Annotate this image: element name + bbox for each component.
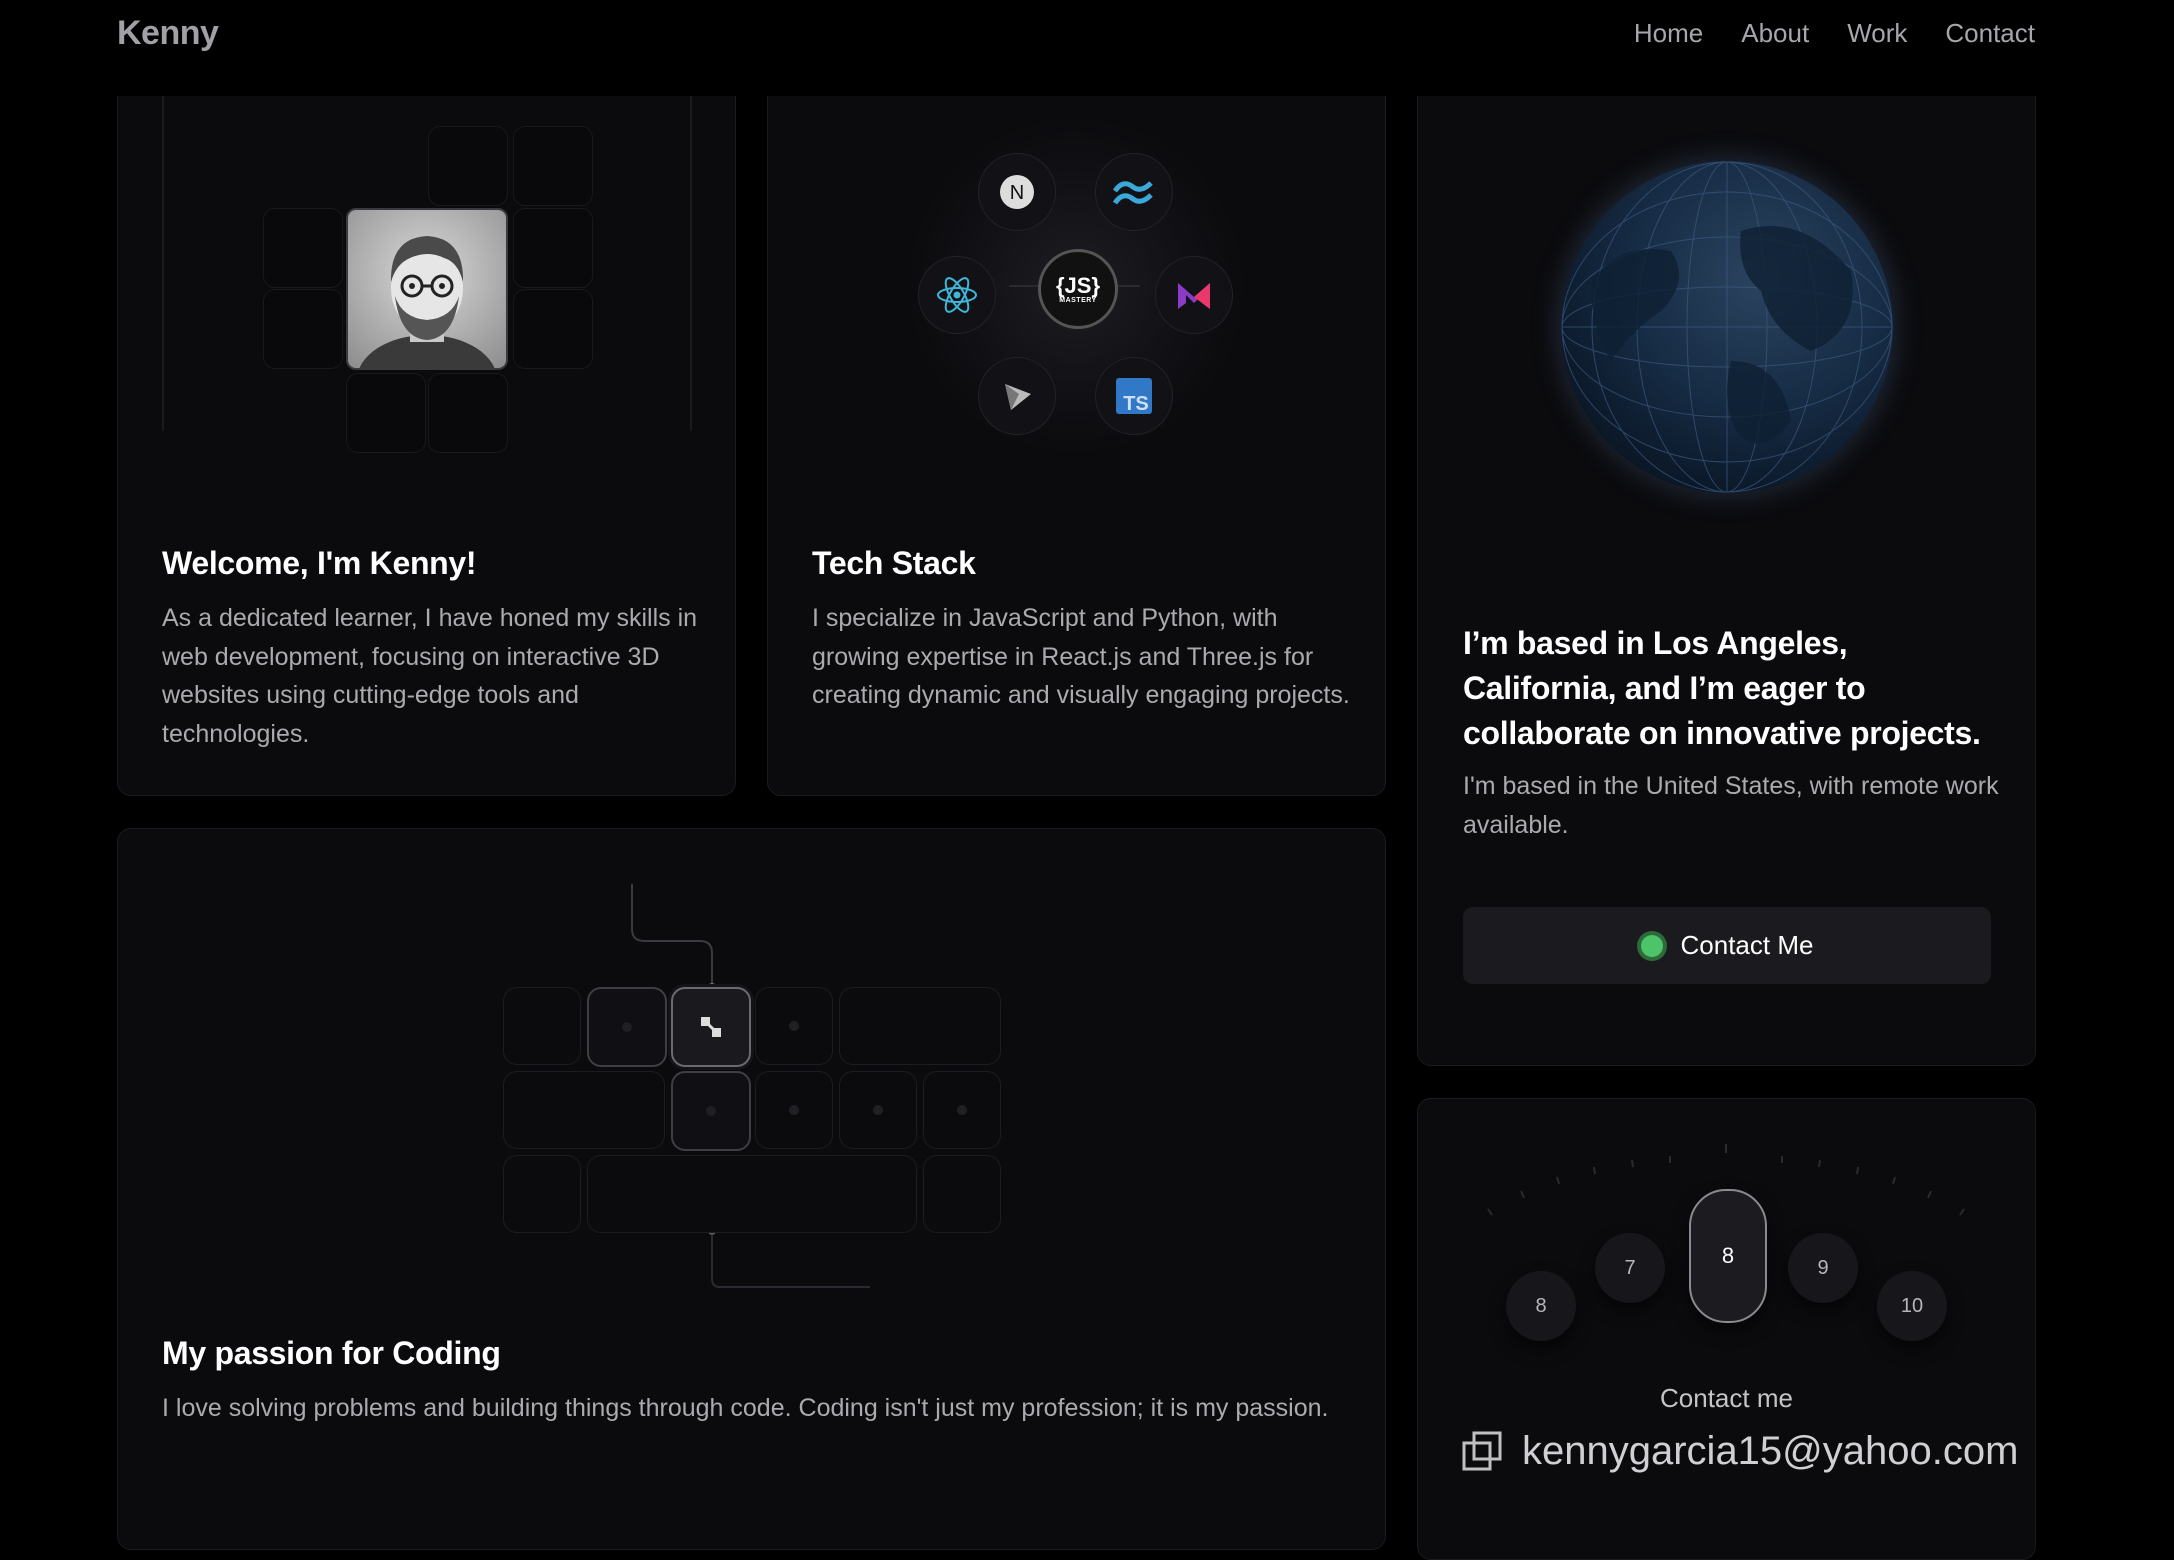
keyboard-key [755,987,833,1065]
copy-email-row[interactable]: kennygarcia15@yahoo.com [1462,1429,2018,1474]
nav-links: Home About Work Contact [1634,18,2035,49]
react-icon [918,256,996,334]
contact-me-label: Contact Me [1680,930,1814,960]
code-icon [701,1017,721,1037]
copy-icon[interactable] [1462,1431,1504,1473]
typescript-icon: TS [1095,357,1173,435]
vite-icon [978,357,1056,435]
email-text: kennygarcia15@yahoo.com [1522,1429,2019,1473]
svg-text:TS: TS [1123,393,1149,415]
contact-card: 8 7 8 9 10 Contact me kennygarcia15@yaho… [1417,1098,2036,1560]
keyboard-spacebar [587,1155,917,1233]
keyboard-key [503,987,581,1065]
grid-tile [428,126,508,206]
nav-link-contact[interactable]: Contact [1945,18,2035,49]
keyboard-key-active [671,987,751,1067]
tailwind-icon [1095,153,1173,231]
grid-tile [513,126,593,206]
keyboard-key-wide [839,987,1001,1065]
grid-tile [513,289,593,369]
keyboard-key [923,1155,1001,1233]
welcome-description: As a dedicated learner, I have honed my … [162,604,698,748]
jsmastery-label: {JS} [1055,272,1101,298]
welcome-title: Welcome, I'm Kenny! [162,545,477,581]
keyboard-key-wide [503,1071,665,1149]
svg-text:N: N [1010,182,1024,204]
dial-option[interactable]: 8 [1506,1271,1576,1341]
jsmastery-sub: MASTERY [1059,296,1097,304]
keyboard-key [755,1071,833,1149]
keyboard-key [503,1155,581,1233]
jsmastery-icon: {JS} MASTERY [1038,249,1118,329]
dial-option-selected[interactable]: 8 [1689,1189,1767,1323]
keyboard-key [671,1071,751,1151]
nav-link-about[interactable]: About [1741,18,1809,49]
location-card: I’m based in Los Angeles, California, an… [1417,60,2036,1066]
tech-stack-description: I specialize in JavaScript and Python, w… [812,604,1350,709]
dial-option[interactable]: 10 [1877,1271,1947,1341]
nextjs-icon: N [978,153,1056,231]
globe[interactable] [1561,161,1893,493]
tech-stack-card: N {JS} MASTERY TS Tech Stack I specializ… [767,60,1386,796]
grid-tile [513,208,593,288]
keyboard-key [839,1071,917,1149]
brand-logo[interactable]: Kenny [117,14,219,53]
avatar [346,208,508,370]
grid-tile [346,373,426,453]
coding-description: I love solving problems and building thi… [162,1394,1329,1422]
dial-option[interactable]: 9 [1788,1233,1858,1303]
nav-link-work[interactable]: Work [1847,18,1907,49]
grid-tile [428,373,508,453]
grid-tile [263,289,343,369]
keyboard-key [923,1071,1001,1149]
status-dot-icon [1640,934,1663,957]
tech-stack-title: Tech Stack [812,545,976,581]
location-title: I’m based in Los Angeles, California, an… [1463,625,1981,751]
nav-link-home[interactable]: Home [1634,18,1703,49]
location-description: I'm based in the United States, with rem… [1463,772,1999,839]
coding-card: My passion for Coding I love solving pro… [117,828,1386,1550]
coding-title: My passion for Coding [162,1335,501,1371]
mui-icon [1155,256,1233,334]
grid-tile [263,208,343,288]
contact-me-button[interactable]: Contact Me [1463,907,1991,984]
top-navbar: Kenny Home About Work Contact [0,0,2174,96]
dial-option[interactable]: 7 [1595,1233,1665,1303]
contact-me-heading: Contact me [1660,1383,1793,1413]
welcome-card: Welcome, I'm Kenny! As a dedicated learn… [117,60,736,796]
keyboard-key [587,987,667,1067]
